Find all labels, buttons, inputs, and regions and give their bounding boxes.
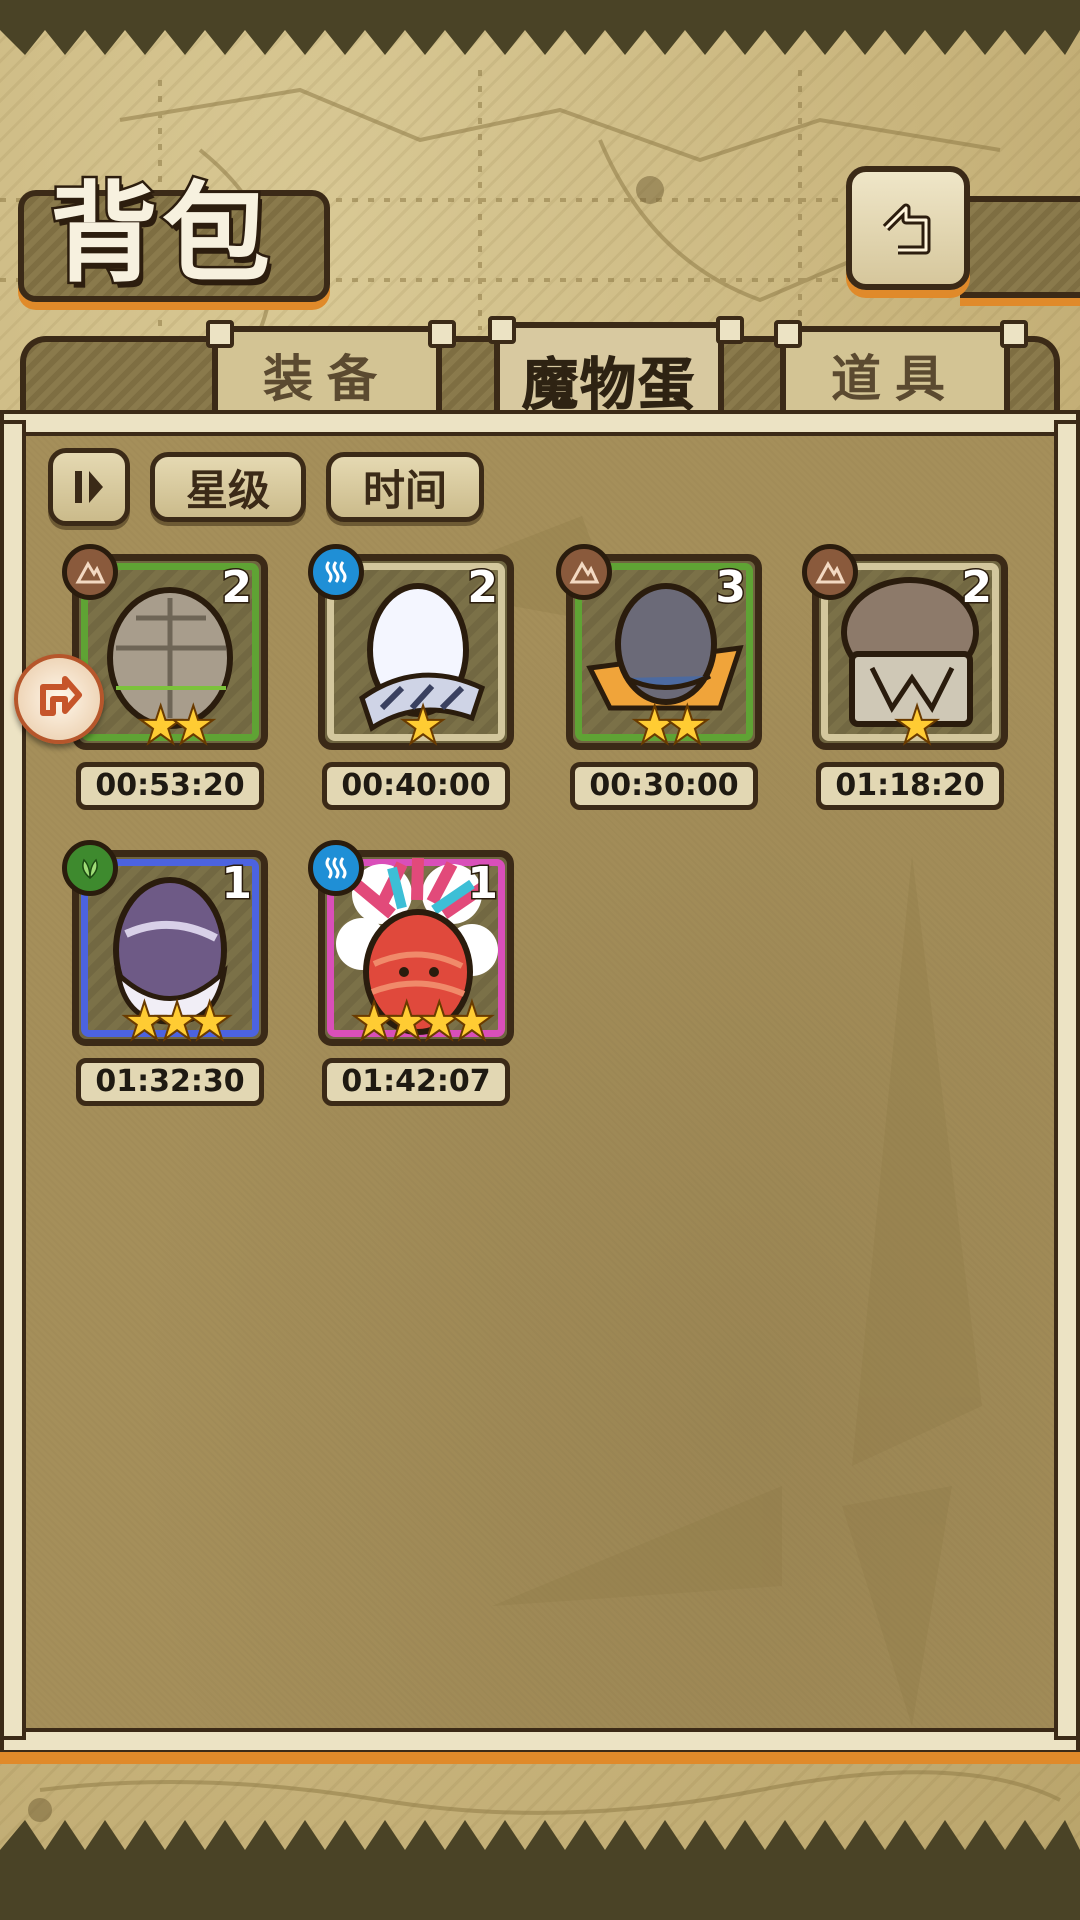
sort-by-time-button[interactable]: 时间 bbox=[326, 452, 484, 522]
tab-monster-eggs-label: 魔物蛋 bbox=[522, 352, 696, 418]
star-icon: ★ bbox=[153, 992, 201, 1052]
star-icon: ★ bbox=[350, 992, 398, 1052]
tab-pin bbox=[428, 320, 456, 348]
egg-count: 1 bbox=[220, 857, 254, 911]
tab-equipment[interactable]: 装备 bbox=[212, 326, 442, 418]
tab-pin bbox=[488, 316, 516, 344]
mountain-icon bbox=[62, 544, 118, 600]
egg-card[interactable]: 3 ★★ 00:30:00 bbox=[556, 544, 766, 812]
wave-icon bbox=[308, 840, 364, 896]
egg-hatch-timer: 00:30:00 bbox=[570, 762, 758, 810]
panel-top-rail bbox=[0, 410, 1080, 436]
star-icon: ★ bbox=[399, 696, 447, 756]
egg-hatch-timer: 01:32:30 bbox=[76, 1058, 264, 1106]
star-icon: ★ bbox=[136, 696, 184, 756]
egg-hatch-timer: 00:40:00 bbox=[322, 762, 510, 810]
egg-star-rating: ★ bbox=[308, 699, 524, 753]
star-icon: ★ bbox=[448, 992, 496, 1052]
star-icon: ★ bbox=[185, 992, 233, 1052]
sort-order-toggle-button[interactable] bbox=[48, 448, 130, 526]
egg-star-rating: ★★ bbox=[556, 699, 772, 753]
egg-star-rating: ★ bbox=[802, 699, 1018, 753]
sort-toggle-icon bbox=[75, 471, 103, 503]
star-icon: ★ bbox=[415, 992, 463, 1052]
star-icon: ★ bbox=[120, 992, 168, 1052]
mountain-icon bbox=[802, 544, 858, 600]
egg-count: 2 bbox=[960, 561, 994, 615]
bottom-torn-edge bbox=[0, 1820, 1080, 1920]
egg-hatch-timer: 01:42:07 bbox=[322, 1058, 510, 1106]
tab-items-label: 道具 bbox=[831, 350, 959, 408]
panel-right-rail bbox=[1054, 420, 1080, 1740]
egg-count: 2 bbox=[466, 561, 500, 615]
sort-by-time-label: 时间 bbox=[362, 465, 447, 515]
egg-hatch-timer: 01:18:20 bbox=[816, 762, 1004, 810]
panel-bottom-accent bbox=[0, 1752, 1080, 1764]
hatch-shortcut-button[interactable] bbox=[14, 654, 104, 744]
panel-bottom-rail bbox=[0, 1728, 1080, 1754]
tab-pin bbox=[206, 320, 234, 348]
egg-count: 2 bbox=[220, 561, 254, 615]
star-icon: ★ bbox=[382, 992, 430, 1052]
sort-by-stars-label: 星级 bbox=[185, 465, 270, 515]
back-arrow-icon bbox=[882, 203, 931, 255]
egg-count: 1 bbox=[466, 857, 500, 911]
star-icon: ★ bbox=[169, 696, 217, 756]
star-icon: ★ bbox=[663, 696, 711, 756]
egg-card[interactable]: 1 ★★★ 01:32:30 bbox=[62, 840, 272, 1108]
tab-pin bbox=[774, 320, 802, 348]
egg-card[interactable]: 2 ★ 00:40:00 bbox=[308, 544, 518, 812]
panel-left-rail bbox=[0, 420, 26, 1740]
tab-pin bbox=[716, 316, 744, 344]
top-torn-edge bbox=[0, 0, 1080, 55]
leaf-icon bbox=[62, 840, 118, 896]
wave-icon bbox=[308, 544, 364, 600]
tab-items[interactable]: 道具 bbox=[780, 326, 1010, 418]
back-button-strip bbox=[960, 196, 1080, 298]
egg-card[interactable]: 1 ★★★★ 01:42:07 bbox=[308, 840, 518, 1108]
sort-by-stars-button[interactable]: 星级 bbox=[150, 452, 306, 522]
egg-star-rating: ★★★ bbox=[62, 995, 278, 1049]
hatch-arrow-icon bbox=[40, 676, 82, 716]
tab-pin bbox=[1000, 320, 1028, 348]
back-button[interactable] bbox=[846, 166, 970, 290]
star-icon: ★ bbox=[893, 696, 941, 756]
egg-card[interactable]: 2 ★ 01:18:20 bbox=[802, 544, 1012, 812]
mountain-icon bbox=[556, 544, 612, 600]
egg-hatch-timer: 00:53:20 bbox=[76, 762, 264, 810]
egg-count: 3 bbox=[714, 561, 748, 615]
page-title: 背包 bbox=[48, 170, 275, 300]
star-icon: ★ bbox=[630, 696, 678, 756]
tab-equipment-label: 装备 bbox=[263, 350, 391, 408]
egg-star-rating: ★★★★ bbox=[308, 995, 524, 1049]
